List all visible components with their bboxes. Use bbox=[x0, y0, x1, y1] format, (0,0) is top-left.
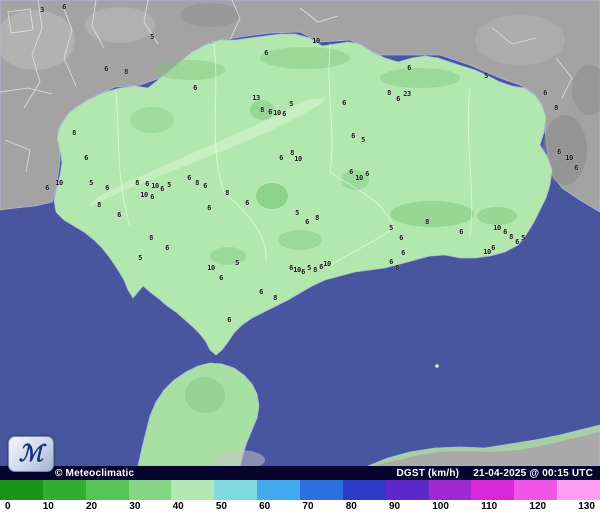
scale-tick-labels: 0 10 20 30 40 50 60 70 80 90 100 110 120 130 bbox=[0, 500, 600, 517]
scale-tick-label: 60 bbox=[259, 501, 270, 517]
bottom-bar: © Meteoclimatic DGST (km/h) 21-04-2025 @… bbox=[0, 466, 600, 480]
metric-label: DGST (km/h) bbox=[396, 468, 459, 479]
scale-segment bbox=[214, 480, 257, 500]
scale-tick-label: 50 bbox=[216, 501, 227, 517]
scale-tick-label: 70 bbox=[302, 501, 313, 517]
timestamp: 21-04-2025 @ 00:15 UTC bbox=[473, 468, 593, 479]
scale-tick-label: 120 bbox=[529, 501, 546, 517]
map-meta: DGST (km/h) 21-04-2025 @ 00:15 UTC bbox=[396, 468, 593, 479]
scale-tick-label: 110 bbox=[481, 501, 497, 517]
weather-map-screenshot: 3656861065686106613861065686236586108610… bbox=[0, 0, 600, 517]
scale-segment bbox=[343, 480, 386, 500]
scale-tick-label: 40 bbox=[173, 501, 184, 517]
island-alboran bbox=[435, 364, 439, 368]
scale-segment bbox=[43, 480, 86, 500]
map-area: 3656861065686106613861065686236586108610… bbox=[0, 0, 600, 466]
scale-tick-label: 0 bbox=[5, 501, 11, 517]
scale-segment bbox=[429, 480, 472, 500]
map-canvas bbox=[0, 0, 600, 466]
scale-segment bbox=[86, 480, 129, 500]
scale-tick-label: 10 bbox=[43, 501, 54, 517]
scale-segment bbox=[300, 480, 343, 500]
scale-tick-label: 80 bbox=[346, 501, 357, 517]
scale-tick-label: 20 bbox=[86, 501, 97, 517]
logo-wave-icon: ℳ bbox=[19, 442, 44, 465]
scale-segment bbox=[129, 480, 172, 500]
scale-segment bbox=[386, 480, 429, 500]
meteoclimatic-logo: ℳ bbox=[8, 436, 54, 472]
attribution: © Meteoclimatic bbox=[55, 468, 134, 479]
scale-tick-label: 100 bbox=[432, 501, 449, 517]
scale-segment bbox=[257, 480, 300, 500]
color-scale-bar bbox=[0, 480, 600, 500]
scale-segment bbox=[514, 480, 557, 500]
scale-tick-label: 130 bbox=[578, 501, 595, 517]
scale-segment bbox=[0, 480, 43, 500]
scale-segment bbox=[171, 480, 214, 500]
scale-tick-label: 90 bbox=[389, 501, 400, 517]
scale-segment bbox=[557, 480, 600, 500]
scale-segment bbox=[471, 480, 514, 500]
scale-tick-label: 30 bbox=[129, 501, 140, 517]
